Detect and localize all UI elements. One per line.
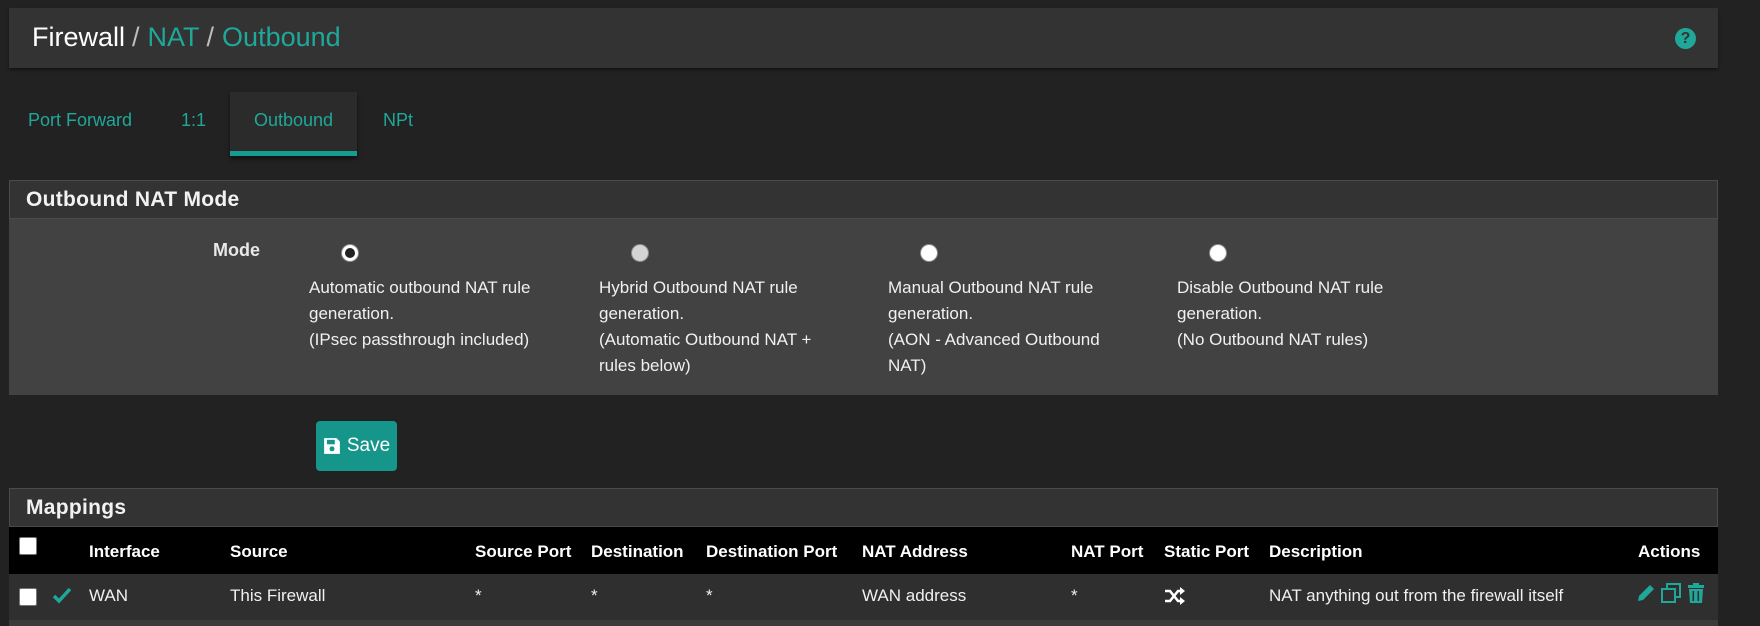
col-destination-port: Destination Port bbox=[706, 542, 838, 561]
cell-nat-port: * bbox=[1071, 586, 1078, 605]
panel-title: Outbound NAT Mode bbox=[9, 180, 1718, 219]
table-row-edge bbox=[9, 620, 1718, 626]
option-line: (AON - Advanced Outbound bbox=[888, 330, 1100, 349]
mode-option-text: Disable Outbound NAT rule generation. (N… bbox=[1177, 275, 1383, 353]
option-line: generation. bbox=[599, 304, 685, 323]
save-button-label: Save bbox=[346, 435, 391, 456]
col-nat-port: NAT Port bbox=[1071, 542, 1144, 561]
mode-option-text: Hybrid Outbound NAT rule generation. (Au… bbox=[599, 275, 811, 379]
save-button[interactable]: Save bbox=[316, 421, 397, 471]
cell-destination-port: * bbox=[706, 586, 713, 605]
col-interface: Interface bbox=[89, 542, 160, 561]
option-line: generation. bbox=[309, 304, 395, 323]
option-line: (IPsec passthrough included) bbox=[309, 330, 530, 349]
option-line: Hybrid Outbound NAT rule bbox=[599, 278, 798, 297]
row-select-checkbox[interactable] bbox=[19, 588, 37, 606]
shuffle-icon bbox=[1165, 587, 1185, 605]
radio-automatic[interactable] bbox=[341, 244, 359, 262]
check-icon[interactable] bbox=[52, 585, 72, 605]
breadcrumb-firewall[interactable]: Firewall bbox=[32, 22, 125, 52]
radio-manual[interactable] bbox=[920, 244, 938, 262]
mode-option-text: Manual Outbound NAT rule generation. (AO… bbox=[888, 275, 1100, 379]
cell-interface: WAN bbox=[89, 586, 129, 605]
mappings-panel: Mappings bbox=[9, 488, 1718, 527]
cell-source: This Firewall bbox=[230, 586, 326, 605]
outbound-nat-mode-panel: Outbound NAT Mode Mode Automatic outboun… bbox=[9, 180, 1718, 395]
breadcrumb-outbound-link[interactable]: Outbound bbox=[222, 22, 341, 52]
mappings-table-header: Interface Source Source Port Destination… bbox=[9, 527, 1718, 574]
radio-disable[interactable] bbox=[1209, 244, 1227, 262]
cell-description: NAT anything out from the firewall itsel… bbox=[1269, 586, 1564, 605]
question-circle-icon[interactable]: ? bbox=[1675, 28, 1696, 49]
breadcrumb: Firewall / NAT / Outbound bbox=[32, 22, 341, 53]
col-actions: Actions bbox=[1638, 542, 1701, 561]
pencil-icon[interactable] bbox=[1635, 582, 1657, 604]
option-line: NAT) bbox=[888, 356, 927, 375]
option-line: generation. bbox=[888, 304, 974, 323]
cell-source-port: * bbox=[475, 586, 482, 605]
breadcrumb-separator: / bbox=[132, 22, 140, 52]
mode-label: Mode bbox=[213, 240, 260, 260]
option-line: generation. bbox=[1177, 304, 1263, 323]
breadcrumb-bar: Firewall / NAT / Outbound ? bbox=[9, 8, 1718, 68]
option-line: Disable Outbound NAT rule bbox=[1177, 278, 1384, 297]
option-line: Manual Outbound NAT rule bbox=[888, 278, 1094, 297]
tab-outbound[interactable]: Outbound bbox=[230, 92, 357, 156]
breadcrumb-separator: / bbox=[206, 22, 215, 52]
col-static-port: Static Port bbox=[1164, 542, 1250, 561]
col-nat-address: NAT Address bbox=[862, 542, 968, 561]
col-source-port: Source Port bbox=[475, 542, 572, 561]
breadcrumb-nat-link[interactable]: NAT bbox=[148, 22, 200, 52]
tab-one-to-one[interactable]: 1:1 bbox=[181, 92, 206, 156]
mode-option-text: Automatic outbound NAT rule generation. … bbox=[309, 275, 530, 353]
mappings-title: Mappings bbox=[9, 488, 1718, 527]
option-line: (Automatic Outbound NAT + bbox=[599, 330, 812, 349]
select-all-checkbox[interactable] bbox=[19, 537, 37, 555]
radio-hybrid[interactable] bbox=[631, 244, 649, 262]
tab-npt[interactable]: NPt bbox=[383, 92, 413, 156]
col-destination: Destination bbox=[591, 542, 684, 561]
option-line: Automatic outbound NAT rule bbox=[309, 278, 531, 297]
table-row: WAN This Firewall * * * WAN address * NA… bbox=[9, 574, 1718, 620]
col-description: Description bbox=[1269, 542, 1363, 561]
option-line: (No Outbound NAT rules) bbox=[1177, 330, 1369, 349]
copy-icon[interactable] bbox=[1660, 582, 1682, 604]
tab-port-forward[interactable]: Port Forward bbox=[28, 92, 132, 156]
cell-destination: * bbox=[591, 586, 598, 605]
cell-nat-address: WAN address bbox=[862, 586, 967, 605]
option-line: rules below) bbox=[599, 356, 691, 375]
col-source: Source bbox=[230, 542, 288, 561]
floppy-disk-icon bbox=[323, 438, 340, 454]
trash-icon[interactable] bbox=[1685, 582, 1707, 604]
